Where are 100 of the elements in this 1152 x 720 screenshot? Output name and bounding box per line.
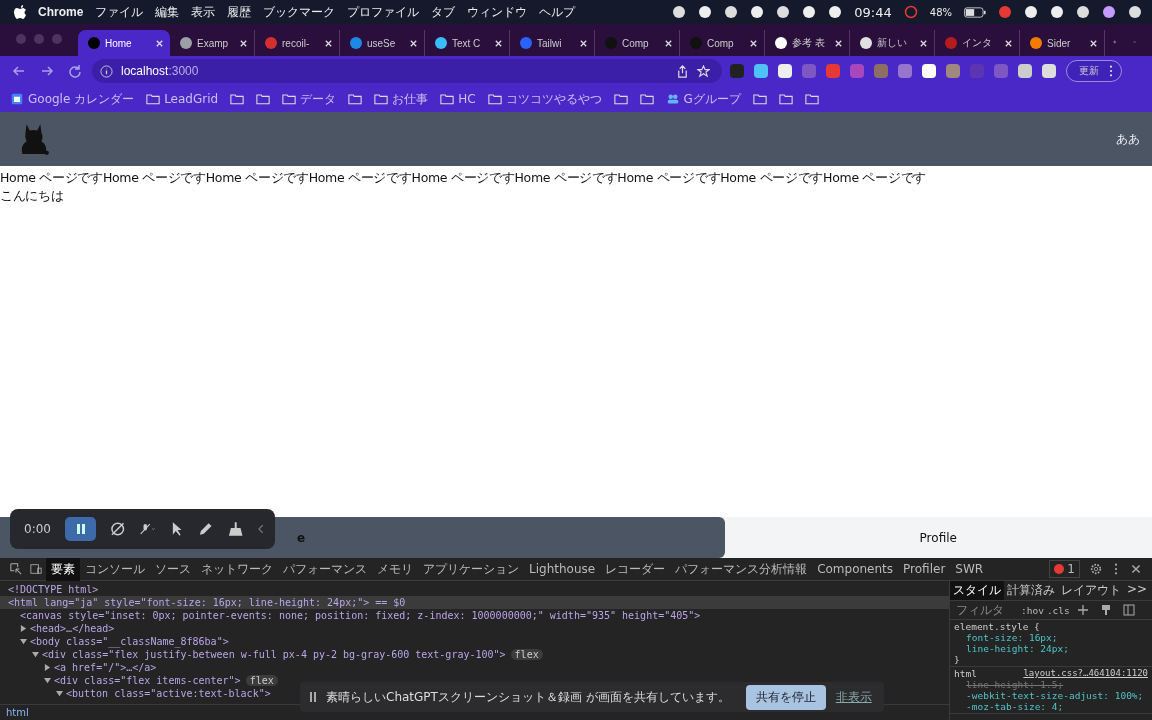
- devtools-tab[interactable]: メモリ: [372, 557, 418, 581]
- update-button[interactable]: 更新: [1066, 60, 1122, 82]
- menu-item[interactable]: 表示: [191, 3, 216, 21]
- bookmark-item[interactable]: [613, 93, 628, 105]
- clock[interactable]: 09:44: [854, 4, 892, 20]
- filter-field[interactable]: フィルタ: [954, 602, 1018, 618]
- status-icon[interactable]: [1050, 5, 1064, 19]
- extension-icon[interactable]: [921, 63, 937, 79]
- more-icon[interactable]: [1109, 65, 1113, 77]
- devtools-tab[interactable]: SWR: [950, 559, 989, 579]
- address-bar[interactable]: localhost:3000: [92, 59, 722, 83]
- timer-icon[interactable]: [903, 5, 918, 19]
- browser-tab[interactable]: Home: [78, 30, 170, 56]
- status-icon[interactable]: [802, 5, 817, 19]
- pencil-icon[interactable]: [198, 521, 214, 537]
- extension-icon[interactable]: [777, 63, 793, 79]
- dom-node[interactable]: <canvas style="inset: 0px; pointer-events: none; position: fixed; z-index: 1000000000;" width="935" height="405">: [20, 610, 701, 621]
- styles-tab[interactable]: スタイル: [950, 581, 1004, 600]
- css-property[interactable]: -webkit-text-size-adjust: 100%;: [954, 690, 1148, 701]
- app-menu[interactable]: Chrome: [38, 5, 84, 19]
- header-text[interactable]: ああ: [1116, 130, 1140, 148]
- bookmark-item[interactable]: LeadGrid: [146, 92, 219, 106]
- css-property[interactable]: line-height: 1.5;: [954, 679, 1148, 690]
- inspect-icon[interactable]: [10, 563, 22, 575]
- menu-item[interactable]: 編集: [155, 3, 180, 21]
- css-property[interactable]: font-size: 16px;: [954, 632, 1148, 643]
- bookmark-item[interactable]: コツコツやるやつ: [487, 90, 602, 108]
- extension-icon[interactable]: [753, 63, 769, 79]
- expand-toggle[interactable]: [20, 625, 28, 632]
- devtools-tab[interactable]: ネットワーク: [196, 557, 278, 581]
- menu-item[interactable]: ブックマーク: [263, 3, 336, 21]
- expand-toggle[interactable]: [32, 651, 40, 658]
- hide-link[interactable]: 非表示: [835, 688, 872, 706]
- devtools-tab[interactable]: パフォーマンス: [278, 557, 372, 581]
- flex-badge[interactable]: flex: [510, 649, 543, 660]
- css-property[interactable]: -moz-tab-size: 4;: [954, 701, 1148, 712]
- cls-toggle[interactable]: .cls: [1046, 604, 1070, 616]
- share-icon[interactable]: [676, 64, 689, 78]
- source-link[interactable]: layout.css?…464104:1120: [1023, 668, 1148, 679]
- status-icon[interactable]: [724, 5, 739, 19]
- bookmark-item[interactable]: [639, 93, 654, 105]
- bookmark-item[interactable]: Gグループ: [665, 90, 741, 108]
- dom-node[interactable]: <button class="active:text-black">: [66, 688, 271, 699]
- reload-icon[interactable]: [68, 64, 82, 78]
- back-icon[interactable]: [12, 64, 26, 78]
- dom-node[interactable]: <div class="flex justify-between w-full px-4 py-2 bg-gray-600 text-gray-100">: [42, 649, 506, 660]
- bookmark-item[interactable]: [804, 93, 819, 105]
- device-icon[interactable]: [30, 563, 42, 575]
- status-icon[interactable]: [1024, 5, 1038, 19]
- settings-icon[interactable]: [1090, 563, 1102, 575]
- devtools-tab[interactable]: 要素: [46, 557, 80, 581]
- status-icon[interactable]: [1128, 5, 1142, 19]
- plus-icon[interactable]: [1076, 604, 1089, 616]
- menu-item[interactable]: 履歴: [227, 3, 252, 21]
- bookmark-item[interactable]: [230, 93, 245, 105]
- devtools-tab[interactable]: レコーダー: [600, 557, 671, 581]
- bookmark-item[interactable]: HC: [440, 92, 476, 106]
- dom-node[interactable]: <div class="flex items-center">: [54, 675, 241, 686]
- camera-off-icon[interactable]: [110, 521, 126, 537]
- dom-node[interactable]: <!DOCTYPE html>: [8, 584, 99, 595]
- expand-toggle[interactable]: [56, 690, 64, 697]
- battery-icon[interactable]: [964, 6, 986, 18]
- extension-icon[interactable]: [1041, 63, 1057, 79]
- devtools-tab[interactable]: アプリケーション: [418, 557, 524, 581]
- mic-off-icon[interactable]: [139, 521, 156, 537]
- devtools-tab[interactable]: Profiler: [898, 559, 951, 579]
- apple-icon[interactable]: [14, 5, 26, 19]
- bookmark-item[interactable]: Google カレンダー: [10, 90, 135, 108]
- menu-item[interactable]: タブ: [431, 3, 456, 21]
- hov-toggle[interactable]: :hov: [1021, 604, 1044, 616]
- breadcrumb[interactable]: html: [6, 707, 29, 718]
- bookmark-item[interactable]: [256, 93, 271, 105]
- css-property[interactable]: line-height: 24px;: [954, 643, 1148, 654]
- flex-badge[interactable]: flex: [245, 675, 278, 686]
- menu-item[interactable]: ヘルプ: [539, 3, 576, 21]
- dom-node[interactable]: <a href="/">…</a>: [54, 662, 157, 673]
- sidebar-icon[interactable]: [1122, 604, 1135, 616]
- menu-item[interactable]: ウィンドウ: [467, 3, 528, 21]
- extension-icon[interactable]: [1017, 63, 1033, 79]
- expand-toggle[interactable]: [44, 677, 52, 684]
- dom-node[interactable]: <html lang="ja" style="font-size: 16px; line-height: 24px;"> == $0: [8, 597, 406, 608]
- devtools-tab[interactable]: ソース: [150, 557, 196, 581]
- nav-tab[interactable]: Profile: [724, 517, 1152, 558]
- dom-node[interactable]: <head>…</head>: [30, 623, 115, 634]
- expand-toggle[interactable]: [44, 664, 52, 671]
- status-icon[interactable]: [698, 5, 713, 19]
- styles-tab[interactable]: 計算済み: [1004, 581, 1058, 600]
- devtools-tab[interactable]: パフォーマンス分析情報: [670, 557, 813, 581]
- menu-item[interactable]: ファイル: [95, 3, 144, 21]
- menu-item[interactable]: プロファイル: [347, 3, 420, 21]
- paint-icon[interactable]: [1099, 604, 1112, 616]
- pause-button[interactable]: [64, 517, 97, 541]
- status-icon[interactable]: [1102, 5, 1116, 19]
- status-icon[interactable]: [1076, 5, 1090, 19]
- bookmark-item[interactable]: お仕事: [374, 90, 429, 108]
- forward-icon[interactable]: [40, 64, 54, 78]
- error-count[interactable]: 1: [1049, 560, 1080, 578]
- devtools-tab[interactable]: Lighthouse: [524, 559, 601, 579]
- bookmark-item[interactable]: [348, 93, 363, 105]
- status-icon[interactable]: [776, 5, 791, 19]
